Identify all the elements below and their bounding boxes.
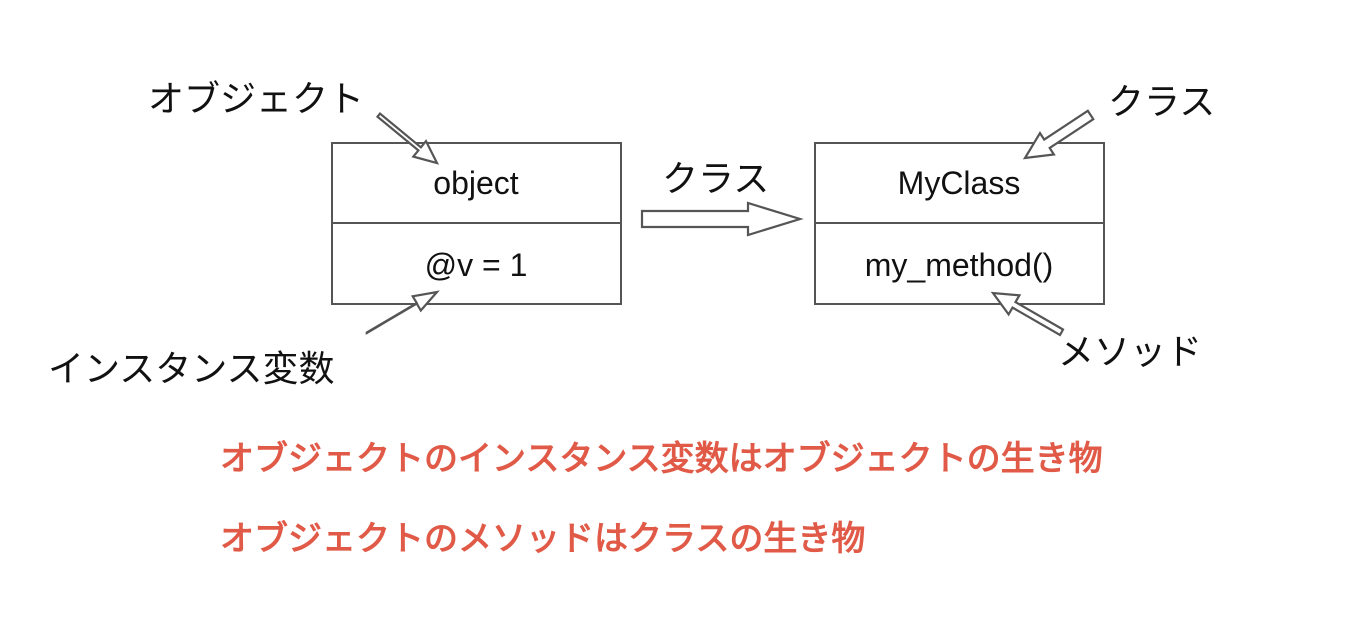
class-arrow-label: クラス xyxy=(662,159,769,200)
object-box-header: object xyxy=(433,165,519,201)
class-box: MyClass my_method() xyxy=(814,142,1105,305)
object-box-body: @v = 1 xyxy=(425,247,528,283)
class-box-header: MyClass xyxy=(898,165,1021,201)
class-box-body: my_method() xyxy=(865,247,1054,283)
instance-variable-label: インスタンス変数 xyxy=(48,349,335,390)
note-instance-variables: オブジェクトのインスタンス変数はオブジェクトの生き物 xyxy=(220,439,1103,479)
note-methods: オブジェクトのメソッドはクラスの生き物 xyxy=(220,519,866,559)
method-label: メソッド xyxy=(1058,332,1202,373)
object-label: オブジェクト xyxy=(148,79,364,120)
object-box: object @v = 1 xyxy=(331,142,622,305)
class-relation-arrow xyxy=(640,201,804,237)
class-label: クラス xyxy=(1108,82,1215,123)
